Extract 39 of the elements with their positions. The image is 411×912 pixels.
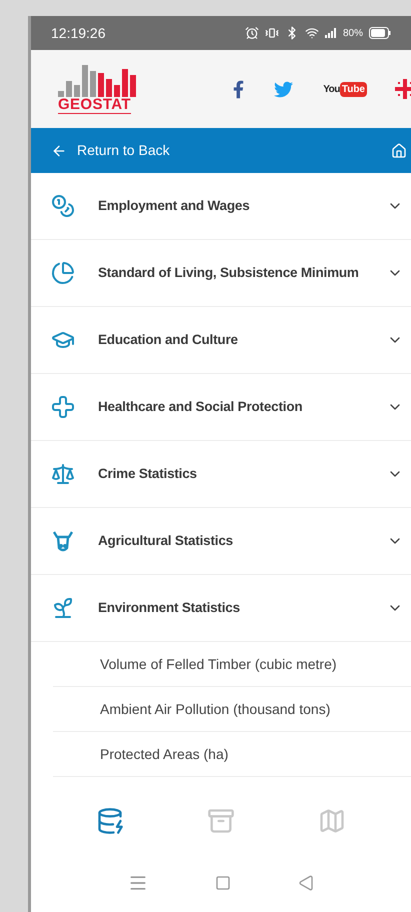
coins-icon [51,194,75,218]
youtube-left-text: You [323,82,340,96]
subcategory-link[interactable]: Ambient Air Pollution (thousand tons) [53,687,411,732]
youtube-right-text: Tube [340,82,367,96]
logo-text: GEOSTAT [58,96,131,114]
subcategory-link[interactable]: Protected Areas (ha) [53,732,411,777]
pie-chart-icon [51,261,75,285]
cow-icon [51,529,75,553]
facebook-icon[interactable] [233,80,244,98]
back-arrow-icon [51,142,67,158]
youtube-logo[interactable]: You Tube [323,82,367,96]
battery-percent: 80% [342,26,363,40]
battery-icon [369,27,391,39]
category-label: Standard of Living, Subsistence Minimum [98,264,359,282]
back-button[interactable]: Return to Back [51,140,170,161]
signal-icon [324,28,337,38]
category-label: Agricultural Statistics [98,532,233,550]
category-label: Employment and Wages [98,196,250,215]
vibrate-icon [264,26,279,40]
logo[interactable]: GEOSTAT [58,64,142,114]
map-icon[interactable] [318,807,346,835]
home-icon[interactable] [391,142,407,158]
alarm-icon [244,26,259,40]
subcategory-link[interactable]: Volume of Felled Timber (cubic metre) [53,642,411,687]
clock-time: 12:19:26 [51,24,106,42]
flag-icon[interactable] [395,79,411,99]
back-triangle-icon[interactable] [298,875,314,891]
category-label: Crime Statistics [98,464,197,483]
category-label: Environment Statistics [98,598,240,617]
scale-icon [51,462,75,486]
database-icon[interactable] [96,807,124,835]
home-square-icon[interactable] [214,875,231,891]
cross-icon [51,395,75,419]
category-label: Healthcare and Social Protection [98,398,302,416]
archive-icon[interactable] [206,807,235,835]
category-label: Education and Culture [98,330,238,349]
sprout-icon [51,596,75,620]
wifi-icon [304,26,319,40]
twitter-icon[interactable] [272,80,296,98]
